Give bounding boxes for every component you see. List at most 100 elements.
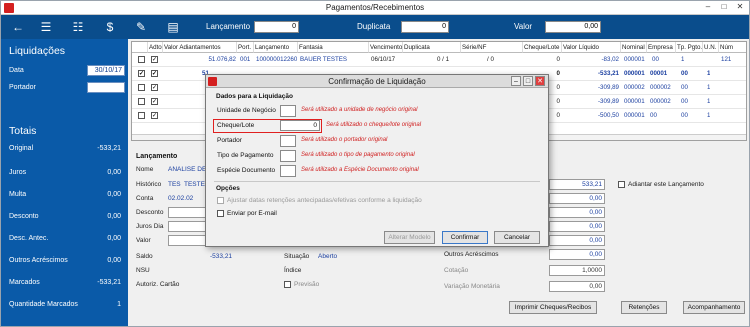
cell-un: 1 [707,84,711,91]
grid-header-serie[interactable]: Série/NF [461,42,523,53]
portador-dialog-hint: Será utilizado o portador original [301,137,388,143]
cotacao-label: Cotação [444,267,469,274]
grid-header-valor-adiant[interactable]: Valor Adiantamentos [163,42,237,53]
grid-header-fantasia[interactable]: Fantasia [298,42,369,53]
currency-icon[interactable]: $ [101,19,119,35]
grid-header-empresa[interactable]: Empresa [647,42,676,53]
grid-header-port[interactable]: Port. [237,42,254,53]
grid-header-vencimento[interactable]: Vencimento [369,42,403,53]
data-input[interactable]: 30/10/17 [87,65,125,76]
imprimir-cheques-button[interactable]: Imprimir Cheques/Recibos [509,301,597,314]
row-adto-checkbox[interactable]: ✓ [151,70,158,77]
list-check-icon[interactable]: ☰ [37,19,55,35]
tipo-pagamento-input[interactable] [280,150,296,162]
cell-un: 1 [707,112,711,119]
cancelar-button[interactable]: Cancelar [494,231,540,244]
cell-tp-pgto: 00 [681,112,688,119]
especie-documento-input[interactable] [280,165,296,177]
maximize-icon[interactable]: □ [717,2,731,13]
valor-input[interactable]: 0,00 [545,21,601,33]
cell-liquido: -309,89 [598,84,619,91]
variacao-input[interactable]: 0,00 [549,281,605,292]
row-select-checkbox[interactable] [138,98,145,105]
acompanhamento-button[interactable]: Acompanhamento [683,301,745,314]
list-cancel-icon[interactable]: ☷ [69,19,87,35]
grid-header-liquido[interactable]: Valor Líquido [562,42,621,53]
row-select-checkbox[interactable] [138,56,145,63]
row-adto-checkbox[interactable]: ✓ [151,98,158,105]
ajustar-datas-checkbox[interactable] [217,197,224,204]
unidade-negocio-input[interactable] [280,105,296,117]
grid-header-nominal[interactable]: Nominal [621,42,647,53]
confirmation-dialog: Confirmação de Liquidação – □ ✕ Dados pa… [205,74,549,247]
cell-serie: / 0 [487,56,494,63]
cell-liquido: -309,89 [598,98,619,105]
desconto-label: Desconto [136,209,164,216]
grid-header-select[interactable] [132,42,148,53]
conta-label: Conta [136,195,154,202]
juros-dia-input[interactable] [168,221,206,232]
desconto-input[interactable] [168,207,206,218]
valor-field-input[interactable] [168,235,206,246]
historico-code: TES [168,181,181,188]
row-adto-checkbox[interactable]: ✓ [151,56,158,63]
back-arrow-icon[interactable]: ← [9,19,27,35]
totais-title: Totais [9,125,37,137]
opcoes-title: Opções [216,185,240,192]
duplicata-input[interactable]: 0 [401,21,449,33]
adiantar-checkbox[interactable] [618,181,625,188]
variacao-label: Variação Monetária [444,283,500,290]
cheque-lote-input[interactable]: 0 [280,120,320,131]
right-value-2[interactable]: 0,00 [549,193,605,204]
right-value-5[interactable]: 0,00 [549,235,605,246]
grid-header-duplicata[interactable]: Duplicata [403,42,461,53]
historico-value: TESTE [184,181,205,188]
grid-header-un[interactable]: U.N. [703,42,719,53]
cell-liquido: -83,02 [601,56,619,63]
row-adto-checkbox[interactable]: ✓ [151,112,158,119]
minimize-icon[interactable]: – [701,2,715,13]
cell-tp-pgto: 1 [681,56,685,63]
grid-header-tp-pgto[interactable]: Tp. Pgto. [676,42,703,53]
right-value-3[interactable]: 0,00 [549,207,605,218]
pencil-icon[interactable]: ✎ [132,19,150,35]
close-icon[interactable]: ✕ [733,2,747,13]
lancamento-section-title: Lançamento [136,153,178,160]
row-adto-checkbox[interactable]: ✓ [151,84,158,91]
dialog-minimize-icon[interactable]: – [511,76,521,86]
cheque-lote-hint: Será utilizado o cheque/lote original [326,122,422,128]
grid-header-adto[interactable]: Adto. [148,42,163,53]
right-value-1[interactable]: 533,21 [549,179,605,190]
alterar-modelo-button[interactable]: Alterar Modelo [384,231,435,244]
enviar-email-label: Enviar por E-mail [227,210,277,217]
dialog-close-icon[interactable]: ✕ [535,76,545,86]
row-select-checkbox[interactable] [138,84,145,91]
cotacao-input[interactable]: 1,0000 [549,265,605,276]
grid-header-num[interactable]: Núm [719,42,746,53]
right-value-4[interactable]: 0,00 [549,221,605,232]
table-row[interactable]: ✓ 51.076,82 001 100000012260 BAUER TESTE… [132,53,746,67]
valor-field-label: Valor [136,237,151,244]
cell-nominal: 000002 [624,84,645,91]
dialog-maximize-icon[interactable]: □ [523,76,533,86]
total-multa-value: 0,00 [107,191,121,198]
money-stack-icon[interactable]: ▤ [164,19,182,35]
window-title: Pagamentos/Recebimentos [325,3,425,12]
grid-header-cheque[interactable]: Cheque/Lote [523,42,562,53]
total-desconto-value: 0,00 [107,213,121,220]
row-select-checkbox[interactable] [138,112,145,119]
conta-value: 02.02.02 [168,195,194,202]
confirmar-button[interactable]: Confirmar [442,231,488,244]
enviar-email-checkbox[interactable] [217,210,224,217]
outros-acrescimos-input[interactable]: 0,00 [549,249,605,260]
especie-documento-hint: Será utilizado a Espécie Documento origi… [301,167,419,173]
portador-dialog-input[interactable] [280,135,296,147]
row-select-checkbox[interactable]: ✓ [138,70,145,77]
lancamento-input[interactable]: 0 [254,21,299,33]
grid-header-lancamento[interactable]: Lançamento [254,42,298,53]
portador-input[interactable] [87,82,125,93]
total-desconto-label: Desconto [9,213,39,220]
retencoes-button[interactable]: Retenções [621,301,667,314]
cell-vencimento: 06/10/17 [371,56,396,63]
previsao-checkbox[interactable] [284,281,291,288]
